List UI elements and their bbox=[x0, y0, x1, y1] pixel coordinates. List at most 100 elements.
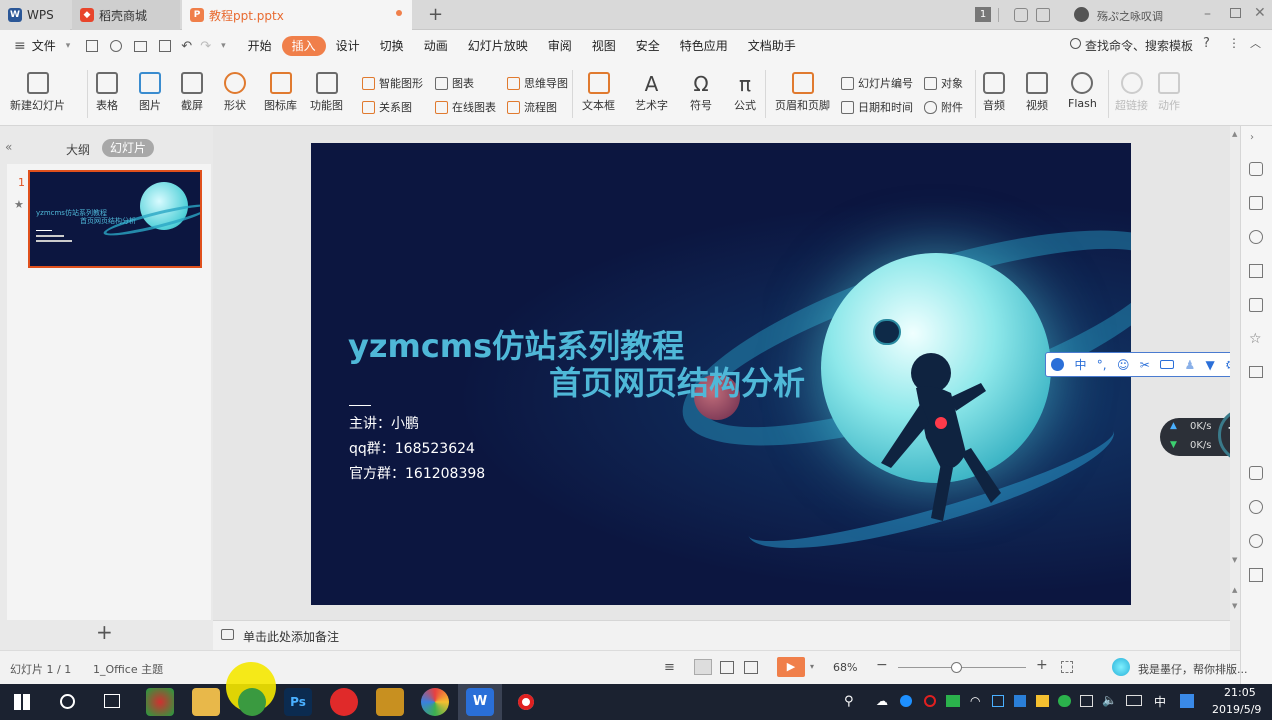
app-icon[interactable] bbox=[238, 688, 266, 716]
adjust-icon[interactable] bbox=[1249, 264, 1263, 278]
sublime-text-icon[interactable] bbox=[376, 688, 404, 716]
tab-outline[interactable]: 大纲 bbox=[66, 141, 90, 158]
hamburger-icon[interactable]: ≡ bbox=[14, 38, 26, 54]
scissors-icon[interactable]: ✂ bbox=[1140, 358, 1150, 372]
history-icon[interactable] bbox=[1249, 534, 1263, 548]
save-icon[interactable] bbox=[86, 40, 99, 52]
textbox-button[interactable]: 文本框 bbox=[582, 72, 615, 113]
file-menu[interactable]: 文件 bbox=[26, 36, 66, 56]
shape-button[interactable]: 形状 bbox=[224, 72, 246, 113]
menu-animation[interactable]: 动画 bbox=[414, 36, 458, 56]
smart-shape-button[interactable]: 智能图形 bbox=[362, 75, 423, 91]
attachment-button[interactable]: 附件 bbox=[924, 99, 963, 115]
close-button[interactable]: ✕ bbox=[1254, 5, 1266, 21]
people-icon[interactable]: ⚲ bbox=[844, 694, 854, 709]
online-chart-button[interactable]: 在线图表 bbox=[435, 99, 496, 115]
ime-language-toggle[interactable]: 中 bbox=[1074, 356, 1086, 373]
mindmap-button[interactable]: 思维导图 bbox=[507, 75, 568, 91]
menu-doc-assistant[interactable]: 文档助手 bbox=[738, 36, 806, 56]
menu-review[interactable]: 审阅 bbox=[538, 36, 582, 56]
page-count-badge[interactable]: 1 bbox=[975, 7, 991, 22]
windows-start-icon[interactable] bbox=[14, 694, 30, 710]
slide-qq-group[interactable]: qq群：168523624 bbox=[349, 438, 475, 458]
scroll-up-icon[interactable]: ▲ bbox=[1232, 130, 1237, 138]
hyperlink-button[interactable]: 超链接 bbox=[1115, 72, 1148, 113]
record-tray-icon[interactable] bbox=[924, 695, 936, 707]
menu-slideshow[interactable]: 幻灯片放映 bbox=[458, 36, 538, 56]
zoom-slider-thumb[interactable] bbox=[950, 662, 962, 673]
clock-time[interactable]: 21:05 bbox=[1224, 686, 1256, 699]
formula-button[interactable]: π 公式 bbox=[734, 72, 756, 113]
skin-icon[interactable] bbox=[1014, 8, 1028, 22]
restore-button[interactable] bbox=[1230, 8, 1241, 18]
screenshot-button[interactable]: 截屏 bbox=[181, 72, 203, 113]
chevron-down-icon[interactable]: ▾ bbox=[66, 41, 71, 51]
wechat-icon[interactable] bbox=[1058, 695, 1071, 707]
slide-speaker[interactable]: 主讲：小鹏 bbox=[349, 413, 419, 433]
chart-button[interactable]: 图表 bbox=[435, 75, 474, 91]
slide-canvas[interactable]: yzmcms仿站系列教程 首页网页结构分析 主讲：小鹏 qq群：16852362… bbox=[311, 143, 1131, 605]
menu-insert[interactable]: 插入 bbox=[281, 36, 326, 56]
slide-official-group[interactable]: 官方群：161208398 bbox=[349, 463, 485, 483]
user-icon[interactable]: ♟ bbox=[1184, 358, 1195, 372]
print-icon[interactable] bbox=[134, 40, 148, 52]
function-chart-button[interactable]: 功能图 bbox=[310, 72, 343, 113]
picture-panel-icon[interactable] bbox=[1249, 298, 1263, 312]
add-slide-button[interactable]: + bbox=[96, 620, 113, 644]
skin-shirt-icon[interactable]: ▼ bbox=[1206, 358, 1215, 372]
shape-style-icon[interactable] bbox=[1249, 230, 1263, 244]
icon-library-button[interactable]: 图标库 bbox=[264, 72, 297, 113]
photoshop-icon[interactable]: Ps bbox=[284, 688, 312, 716]
flowchart-button[interactable]: 流程图 bbox=[507, 99, 557, 115]
print-preview-icon[interactable] bbox=[159, 40, 172, 52]
normal-view-icon[interactable] bbox=[694, 659, 712, 675]
minimize-button[interactable]: – bbox=[1204, 6, 1211, 22]
menu-features[interactable]: 特色应用 bbox=[670, 36, 738, 56]
slide-number-button[interactable]: 幻灯片编号 bbox=[841, 75, 913, 91]
tray-app-icon[interactable] bbox=[946, 695, 960, 707]
previous-page-icon[interactable]: ▲ bbox=[1232, 586, 1237, 594]
sidebar-options-icon[interactable] bbox=[1249, 568, 1263, 582]
next-page-icon[interactable]: ▼ bbox=[1232, 602, 1237, 610]
cortana-icon[interactable] bbox=[60, 694, 75, 709]
ime-logo-icon[interactable] bbox=[1051, 358, 1065, 371]
export-icon[interactable] bbox=[110, 40, 123, 52]
sorter-view-icon[interactable] bbox=[720, 661, 734, 674]
magic-icon[interactable] bbox=[1249, 162, 1263, 176]
battery-icon[interactable] bbox=[1080, 695, 1093, 707]
assistant-text[interactable]: 我是墨仔，帮你排版... bbox=[1138, 661, 1248, 677]
task-view-icon[interactable] bbox=[104, 694, 120, 708]
avatar[interactable] bbox=[1074, 7, 1089, 22]
recorder-icon[interactable] bbox=[512, 688, 540, 716]
netease-music-icon[interactable] bbox=[330, 688, 358, 716]
vertical-scrollbar[interactable]: ▲ ▼ ▲ ▼ bbox=[1230, 126, 1240, 620]
play-options-icon[interactable]: ▾ bbox=[810, 662, 814, 671]
zoom-level[interactable]: 68% bbox=[833, 661, 857, 674]
video-button[interactable]: 视频 bbox=[1026, 72, 1048, 113]
tab-document[interactable]: P 教程ppt.pptx bbox=[182, 0, 412, 30]
symbol-button[interactable]: Ω 符号 bbox=[690, 72, 712, 113]
tray-app-icon[interactable] bbox=[1180, 694, 1194, 708]
audio-button[interactable]: 音频 bbox=[983, 72, 1005, 113]
reading-view-icon[interactable] bbox=[744, 661, 758, 674]
ime-punctuation-toggle[interactable]: °, bbox=[1097, 358, 1107, 372]
keyboard-tray-icon[interactable] bbox=[1126, 695, 1142, 706]
clock-date[interactable]: 2019/5/9 bbox=[1212, 703, 1261, 716]
menu-start[interactable]: 开始 bbox=[238, 36, 282, 56]
tray-app-icon[interactable] bbox=[1036, 695, 1049, 707]
slide-title-line2[interactable]: 首页网页结构分析 bbox=[549, 358, 805, 404]
slide-thumbnail[interactable]: yzmcms仿站系列教程 首页网页结构分析 bbox=[28, 170, 202, 268]
collapse-ribbon-icon[interactable]: ︿ bbox=[1250, 35, 1261, 51]
archive-icon[interactable] bbox=[1249, 366, 1263, 378]
wordart-button[interactable]: A 艺术字 bbox=[635, 72, 668, 113]
redo-icon[interactable]: ↷ bbox=[200, 39, 211, 54]
header-footer-button[interactable]: 页眉和页脚 bbox=[775, 72, 830, 113]
zoom-out-button[interactable]: − bbox=[876, 657, 888, 673]
wifi-icon[interactable]: ◠ bbox=[970, 694, 980, 708]
shirt-icon[interactable] bbox=[1036, 8, 1050, 22]
theme-name[interactable]: 1_Office 主题 bbox=[93, 661, 163, 677]
wps-home-tab[interactable]: W WPS bbox=[0, 0, 70, 30]
play-slideshow-button[interactable]: ▶ bbox=[777, 657, 805, 677]
assistant-avatar[interactable] bbox=[1112, 658, 1130, 676]
emoji-icon[interactable]: ☺ bbox=[1117, 358, 1130, 372]
